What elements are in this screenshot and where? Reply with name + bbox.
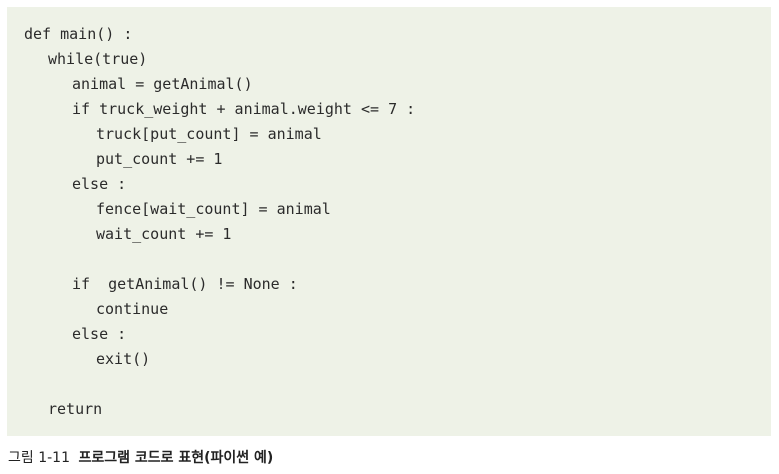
code-line: animal = getAnimal() [72,75,253,93]
code-line: truck[put_count] = animal [96,125,322,143]
figure-caption: 그림 1-11 프로그램 코드로 표현(파이썬 예) [8,447,273,469]
code-line: def main() : [24,25,133,43]
code-line: continue [96,300,169,318]
figure-number: 그림 1-11 [8,450,70,466]
code-line: else : [72,175,127,193]
code-line: else : [72,325,127,343]
code-line: while(true) [48,50,148,68]
code-line: return [48,400,103,418]
code-line: if getAnimal() != None : [72,275,298,293]
code-line: fence[wait_count] = animal [96,200,331,218]
code-line: wait_count += 1 [96,225,232,243]
code-line: if truck_weight + animal.weight <= 7 : [72,100,416,118]
code-block: def main() : while(true) animal = getAnima… [7,7,771,436]
figure-title: 프로그램 코드로 표현(파이썬 예) [78,450,274,466]
code-line: put_count += 1 [96,150,223,168]
code-line: exit() [96,350,151,368]
